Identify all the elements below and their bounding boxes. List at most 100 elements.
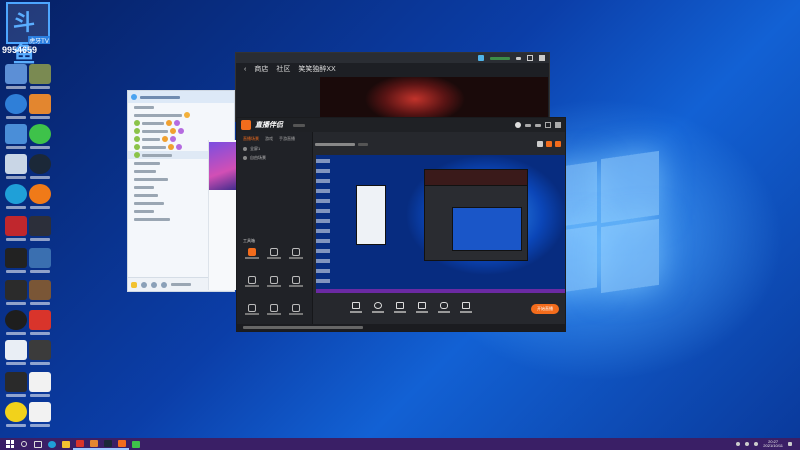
app-shortcut-icon[interactable] bbox=[29, 248, 51, 273]
tool-button[interactable] bbox=[241, 248, 263, 266]
tool-icon[interactable] bbox=[151, 281, 157, 288]
wechat-icon[interactable] bbox=[29, 124, 51, 149]
app-shortcut-icon[interactable] bbox=[29, 310, 51, 335]
game-sidebar-icons bbox=[239, 79, 247, 121]
studio-left-panel: 直播场景 游戏 手游直播 全屏1 自由场景 工具箱 bbox=[237, 132, 313, 326]
tool-button[interactable] bbox=[241, 276, 263, 294]
app-shortcut-icon[interactable] bbox=[29, 184, 51, 209]
maximize-icon[interactable] bbox=[545, 122, 551, 128]
taskbar-clock[interactable]: 20:27 2021/10/11 bbox=[763, 440, 783, 448]
tab-game[interactable]: 游戏 bbox=[265, 136, 273, 142]
scene-item[interactable]: 全屏1 bbox=[237, 144, 312, 153]
preview-window bbox=[452, 207, 522, 251]
control-button[interactable] bbox=[350, 302, 362, 316]
edge-icon[interactable] bbox=[45, 438, 59, 450]
browser-icon[interactable] bbox=[5, 94, 27, 119]
nav-profile[interactable]: 笑笑独醉XX bbox=[298, 64, 335, 74]
tool-button[interactable] bbox=[285, 304, 307, 322]
live-preview[interactable] bbox=[316, 155, 565, 293]
scene-item[interactable]: 自由场景 bbox=[237, 153, 312, 162]
minimize-icon[interactable] bbox=[535, 123, 541, 127]
epic-games-icon[interactable] bbox=[5, 248, 27, 273]
app-shortcut-icon[interactable] bbox=[29, 216, 51, 241]
tool-button[interactable] bbox=[263, 248, 285, 266]
close-icon[interactable] bbox=[555, 122, 561, 128]
tool-button[interactable] bbox=[263, 276, 285, 294]
app-shortcut-icon[interactable] bbox=[5, 340, 27, 365]
avatar[interactable] bbox=[515, 122, 521, 128]
control-button[interactable] bbox=[372, 302, 384, 316]
game-shortcut-icon[interactable] bbox=[29, 280, 51, 305]
minimize-icon[interactable] bbox=[516, 56, 521, 60]
steam-icon[interactable] bbox=[29, 154, 51, 179]
menu-icon[interactable] bbox=[525, 123, 531, 127]
studio-logo-icon bbox=[241, 120, 251, 130]
studio-footer bbox=[237, 324, 565, 331]
game-nav: ‹ 商店 社区 笑笑独醉XX bbox=[236, 63, 549, 75]
file-icon[interactable] bbox=[29, 402, 51, 427]
settings-icon[interactable] bbox=[537, 141, 543, 147]
start-live-button[interactable]: 开始直播 bbox=[531, 304, 559, 314]
tray-icon[interactable] bbox=[736, 442, 741, 446]
game-shortcut-icon[interactable] bbox=[5, 216, 27, 241]
tool-button[interactable] bbox=[263, 304, 285, 322]
network-icon[interactable] bbox=[745, 442, 750, 446]
control-button[interactable] bbox=[394, 302, 406, 316]
back-icon[interactable]: ‹ bbox=[244, 66, 246, 73]
game-titlebar bbox=[236, 53, 549, 63]
qq-titlebar bbox=[128, 91, 234, 103]
app-shortcut-icon[interactable] bbox=[29, 340, 51, 365]
microphone-icon[interactable] bbox=[438, 302, 450, 316]
edge-icon[interactable] bbox=[5, 184, 27, 209]
desktop-icons bbox=[2, 2, 52, 432]
gift-icon[interactable] bbox=[555, 141, 561, 147]
list-item[interactable] bbox=[128, 103, 234, 111]
promo-banner[interactable] bbox=[209, 142, 239, 190]
task-view-icon[interactable] bbox=[31, 438, 45, 450]
app-shortcut-icon[interactable] bbox=[29, 94, 51, 119]
preview-window bbox=[356, 185, 386, 245]
menu-icon[interactable] bbox=[131, 281, 137, 288]
file-explorer-icon[interactable] bbox=[59, 438, 73, 450]
tool-button[interactable] bbox=[285, 276, 307, 294]
speaker-icon[interactable] bbox=[460, 302, 472, 316]
share-icon[interactable] bbox=[546, 141, 552, 147]
tool-button[interactable] bbox=[241, 304, 263, 322]
taskbar: 20:27 2021/10/11 bbox=[0, 438, 800, 450]
taskbar-app-icon[interactable] bbox=[73, 438, 87, 450]
file-icon[interactable] bbox=[29, 372, 51, 397]
start-button[interactable] bbox=[3, 438, 17, 450]
nav-community[interactable]: 社区 bbox=[276, 64, 290, 74]
taskbar-app-icon[interactable] bbox=[101, 438, 115, 450]
list-item[interactable] bbox=[128, 127, 234, 135]
control-panel-icon[interactable] bbox=[5, 124, 27, 149]
taskbar-app-icon[interactable] bbox=[87, 438, 101, 450]
notifications-icon[interactable] bbox=[788, 442, 792, 446]
app-shortcut-icon[interactable] bbox=[5, 372, 27, 397]
nvidia-icon[interactable] bbox=[5, 280, 27, 305]
nav-store[interactable]: 商店 bbox=[254, 64, 268, 74]
close-icon[interactable] bbox=[539, 55, 545, 61]
volume-icon[interactable] bbox=[754, 442, 759, 446]
taskbar-app-icon[interactable] bbox=[129, 438, 143, 450]
tool-button[interactable] bbox=[285, 248, 307, 266]
game-artwork bbox=[320, 77, 548, 121]
control-button[interactable] bbox=[416, 302, 428, 316]
studio-header: 直播伴侣 bbox=[237, 118, 565, 132]
list-item[interactable] bbox=[128, 119, 234, 127]
tab-scenes[interactable]: 直播场景 bbox=[243, 136, 259, 142]
app-shortcut-icon[interactable] bbox=[29, 64, 51, 89]
qq-icon[interactable] bbox=[5, 310, 27, 335]
tab-mobile[interactable]: 手游直播 bbox=[279, 136, 295, 142]
search-icon[interactable] bbox=[17, 438, 31, 450]
list-item[interactable] bbox=[128, 111, 234, 119]
tool-icon[interactable] bbox=[141, 281, 147, 288]
network-icon[interactable] bbox=[5, 64, 27, 89]
recycle-bin-icon[interactable] bbox=[5, 154, 27, 179]
taskbar-app-icon[interactable] bbox=[115, 438, 129, 450]
tool-icon[interactable] bbox=[161, 281, 167, 288]
maximize-icon[interactable] bbox=[527, 55, 533, 61]
studio-control-bar bbox=[315, 294, 563, 324]
app-shortcut-icon[interactable] bbox=[5, 402, 27, 427]
game-client-window: ‹ 商店 社区 笑笑独醉XX bbox=[235, 52, 550, 122]
